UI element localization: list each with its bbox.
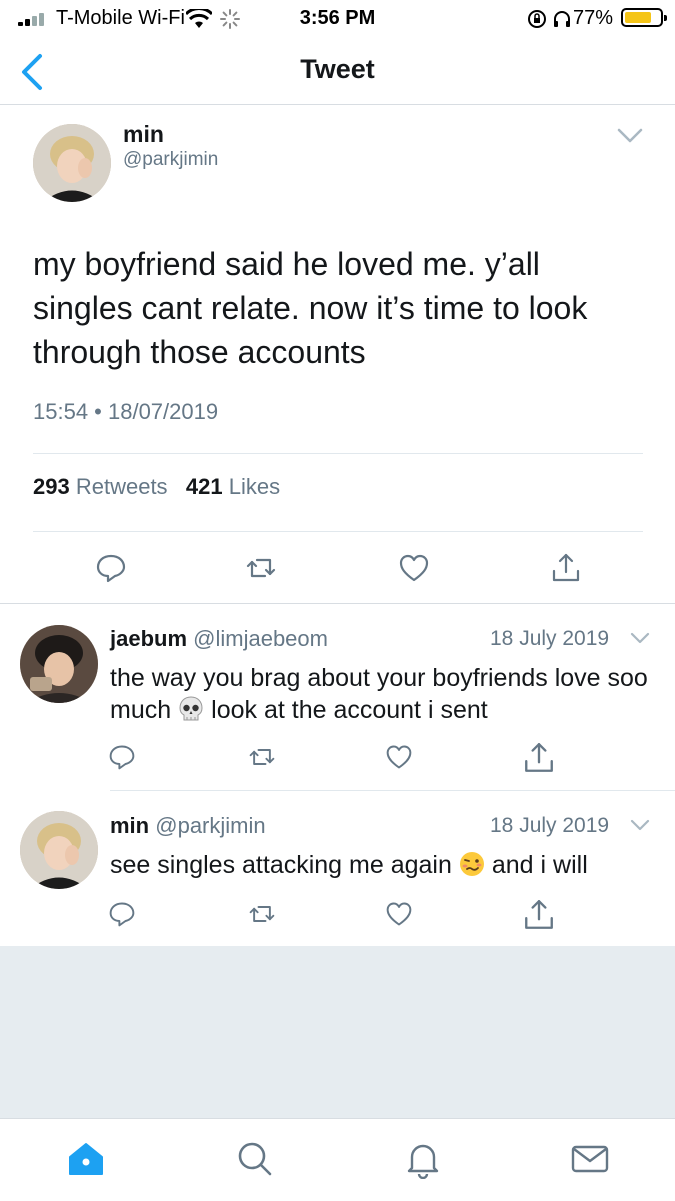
author-handle[interactable]: @parkjimin	[123, 149, 218, 171]
messages-icon[interactable]	[570, 1139, 610, 1179]
battery-level-fill	[625, 12, 651, 23]
reply-author-handle[interactable]: @limjaebeom	[193, 626, 328, 651]
nav-bar: Tweet	[0, 38, 675, 105]
chevron-down-icon[interactable]	[630, 632, 650, 646]
retweets-stat[interactable]: 293 Retweets	[33, 474, 174, 499]
reply-date: 18 July 2019	[490, 627, 610, 650]
reply-author-name[interactable]: jaebum	[110, 626, 187, 651]
like-icon[interactable]	[385, 743, 413, 771]
retweet-icon[interactable]	[248, 743, 276, 771]
reply-text-part: see singles attacking me again	[110, 851, 452, 879]
empty-background	[0, 946, 675, 1118]
status-bar: T-Mobile Wi-Fi 3:56 PM 77%	[0, 0, 675, 36]
likes-stat[interactable]: 421 Likes	[186, 474, 280, 499]
search-icon[interactable]	[235, 1139, 275, 1179]
profile-photo	[33, 124, 111, 202]
like-icon[interactable]	[385, 900, 413, 928]
chevron-down-icon[interactable]	[616, 127, 644, 145]
avatar[interactable]	[20, 811, 98, 889]
page-title: Tweet	[300, 54, 375, 84]
divider	[33, 453, 643, 454]
reply-text-part: and i will	[491, 851, 588, 879]
like-icon[interactable]	[398, 552, 430, 584]
retweet-icon[interactable]	[248, 900, 276, 928]
retweet-icon[interactable]	[245, 552, 277, 584]
tweet-text: my boyfriend said he loved me. y’all sin…	[33, 246, 588, 370]
reply-author-handle[interactable]: @parkjimin	[155, 813, 265, 838]
reply-date: 18 July 2019	[490, 814, 610, 837]
likes-count: 421	[185, 474, 223, 499]
share-icon[interactable]	[550, 552, 582, 584]
battery-percent: 77%	[572, 7, 613, 29]
chevron-down-icon[interactable]	[630, 819, 650, 833]
divider	[110, 790, 675, 791]
divider	[33, 531, 643, 532]
reply-icon[interactable]	[108, 900, 136, 928]
home-icon[interactable]	[66, 1139, 106, 1179]
profile-photo	[20, 811, 98, 889]
reply-icon[interactable]	[95, 552, 127, 584]
avatar[interactable]	[20, 625, 98, 703]
reply-text-part: look at the account i sent	[211, 696, 488, 724]
share-icon[interactable]	[522, 741, 556, 775]
orientation-lock-icon	[528, 10, 546, 28]
reply-header: min @parkjimin	[110, 813, 266, 839]
reply-text: the way you brag about your boyfriends l…	[110, 662, 650, 726]
tweet-stats: 293 Retweets 421 Likes	[33, 474, 280, 500]
divider	[0, 603, 675, 604]
reply-icon[interactable]	[108, 743, 136, 771]
share-icon[interactable]	[522, 898, 556, 932]
reply-author-name[interactable]: min	[110, 813, 149, 838]
battery-icon	[621, 8, 667, 27]
author-name[interactable]: min	[123, 121, 164, 148]
retweets-label: Retweets	[75, 474, 168, 499]
retweets-count: 293	[33, 474, 70, 499]
tweet-timestamp: 15:54 • 18/07/2019	[33, 399, 219, 424]
reply-text: see singles attacking me again and i wil…	[110, 849, 650, 881]
woozy-face-emoji	[459, 852, 484, 876]
likes-label: Likes	[228, 474, 281, 499]
reply-header: jaebum @limjaebeom	[110, 626, 328, 652]
headphones-icon	[554, 11, 570, 27]
tab-bar	[0, 1118, 675, 1201]
avatar[interactable]	[33, 124, 111, 202]
skull-emoji	[179, 696, 203, 721]
notifications-icon[interactable]	[403, 1139, 443, 1180]
profile-photo	[20, 625, 98, 703]
